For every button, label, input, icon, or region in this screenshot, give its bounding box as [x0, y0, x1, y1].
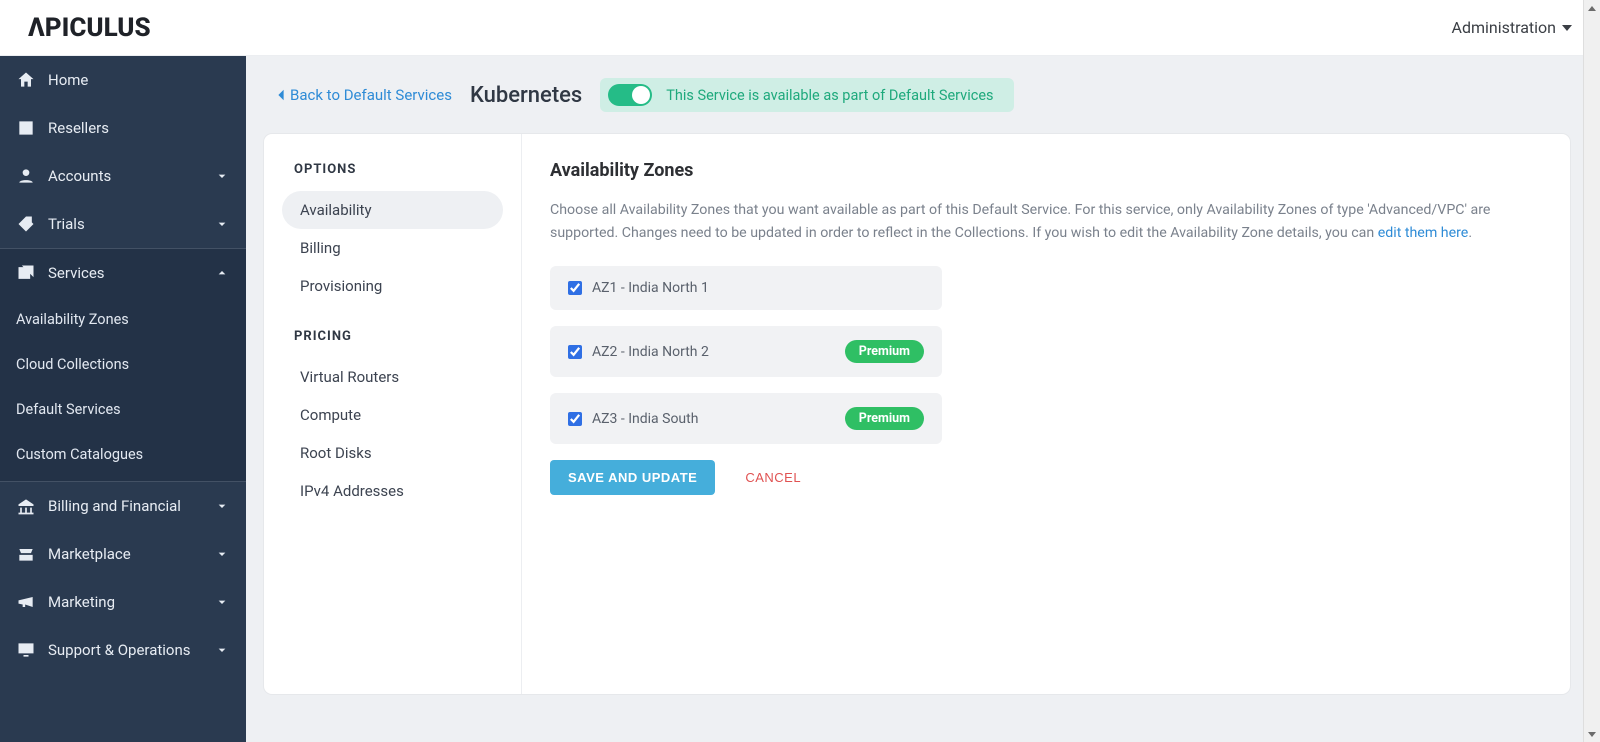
description-suffix: . [1468, 225, 1472, 241]
settings-card: OPTIONS Availability Billing Provisionin… [264, 134, 1570, 694]
side-link-billing[interactable]: Billing [282, 229, 503, 267]
service-availability-text: This Service is available as part of Def… [666, 87, 993, 104]
pricing-heading: PRICING [294, 329, 503, 344]
chevron-down-icon [214, 216, 230, 232]
home-icon [16, 70, 36, 90]
sidebar-services-children: Availability Zones Cloud Collections Def… [0, 297, 246, 481]
side-link-provisioning[interactable]: Provisioning [282, 267, 503, 305]
window-scrollbar[interactable] [1583, 0, 1600, 742]
form-actions: SAVE AND UPDATE CANCEL [550, 460, 1542, 495]
side-link-virtual-routers[interactable]: Virtual Routers [282, 358, 503, 396]
topbar: ΛPICULUS Administration [0, 0, 1600, 56]
sidebar-item-marketing[interactable]: Marketing [0, 578, 246, 626]
edit-them-here-link[interactable]: edit them here [1378, 225, 1469, 241]
side-link-ipv4-addresses[interactable]: IPv4 Addresses [282, 472, 503, 510]
brand-logo: ΛPICULUS [28, 13, 151, 43]
storefront-icon [16, 544, 36, 564]
sidebar-subitem-availability-zones[interactable]: Availability Zones [0, 297, 246, 342]
sidebar-item-home[interactable]: Home [0, 56, 246, 104]
sidebar-subitem-default-services[interactable]: Default Services [0, 387, 246, 432]
chevron-up-icon [214, 265, 230, 281]
sidebar-item-services[interactable]: Services [0, 249, 246, 297]
back-link-label: Back to Default Services [290, 86, 452, 104]
sidebar-item-resellers[interactable]: Resellers [0, 104, 246, 152]
service-availability-pill: This Service is available as part of Def… [600, 78, 1013, 112]
sidebar-item-label: Billing and Financial [48, 497, 181, 515]
scroll-up-icon[interactable] [1584, 0, 1600, 17]
az-row: AZ3 - India South Premium [550, 393, 942, 444]
caret-down-icon [1562, 25, 1572, 31]
tag-icon [16, 214, 36, 234]
sidebar-item-label: Home [48, 71, 88, 89]
page-title: Kubernetes [470, 83, 582, 108]
chevron-down-icon [214, 498, 230, 514]
toggle-knob [632, 86, 650, 104]
page-header: Back to Default Services Kubernetes This… [246, 56, 1600, 134]
az-name: AZ3 - India South [592, 411, 698, 427]
card-main: Availability Zones Choose all Availabili… [522, 134, 1570, 694]
administration-label: Administration [1452, 18, 1557, 37]
scroll-track[interactable] [1584, 17, 1600, 725]
side-link-compute[interactable]: Compute [282, 396, 503, 434]
az-name: AZ1 - India North 1 [592, 280, 709, 296]
premium-badge: Premium [845, 407, 924, 430]
sidebar-item-label: Marketplace [48, 545, 131, 563]
sidebar-item-support-operations[interactable]: Support & Operations [0, 626, 246, 674]
az-checkbox[interactable] [568, 281, 582, 295]
scroll-down-icon[interactable] [1584, 725, 1600, 742]
back-to-default-services-link[interactable]: Back to Default Services [276, 86, 452, 104]
az-row: AZ2 - India North 2 Premium [550, 326, 942, 377]
collections-icon [16, 263, 36, 283]
bank-icon [16, 496, 36, 516]
availability-zones-heading: Availability Zones [550, 160, 1542, 181]
sidebar-item-trials[interactable]: Trials [0, 200, 246, 248]
id-badge-icon [16, 118, 36, 138]
sidebar-item-label: Support & Operations [48, 641, 191, 659]
az-checkbox[interactable] [568, 345, 582, 359]
chevron-down-icon [214, 168, 230, 184]
options-heading: OPTIONS [294, 162, 503, 177]
description-text: Choose all Availability Zones that you w… [550, 202, 1490, 241]
sidebar-item-label: Custom Catalogues [16, 446, 143, 463]
chevron-down-icon [214, 594, 230, 610]
administration-dropdown[interactable]: Administration [1452, 18, 1573, 37]
premium-badge: Premium [845, 340, 924, 363]
side-link-availability[interactable]: Availability [282, 191, 503, 229]
availability-zones-description: Choose all Availability Zones that you w… [550, 199, 1542, 244]
az-checkbox[interactable] [568, 412, 582, 426]
sidebar-item-label: Cloud Collections [16, 356, 129, 373]
cancel-button[interactable]: CANCEL [745, 470, 801, 485]
sidebar-item-accounts[interactable]: Accounts [0, 152, 246, 200]
az-row: AZ1 - India North 1 [550, 266, 942, 310]
sidebar-subitem-cloud-collections[interactable]: Cloud Collections [0, 342, 246, 387]
main-content: Back to Default Services Kubernetes This… [246, 56, 1600, 742]
user-circle-icon [16, 166, 36, 186]
sidebar-item-label: Default Services [16, 401, 121, 418]
sidebar-item-label: Trials [48, 215, 85, 233]
chevron-down-icon [214, 642, 230, 658]
sidebar-subitem-custom-catalogues[interactable]: Custom Catalogues [0, 432, 246, 477]
availability-zones-list: AZ1 - India North 1 AZ2 - India North 2 … [550, 266, 942, 444]
sidebar-item-label: Availability Zones [16, 311, 129, 328]
chevron-left-icon [276, 88, 286, 102]
sidebar: Home Resellers Accounts Trials [0, 56, 246, 742]
sidebar-item-label: Resellers [48, 119, 109, 137]
sidebar-item-billing-financial[interactable]: Billing and Financial [0, 482, 246, 530]
sidebar-item-marketplace[interactable]: Marketplace [0, 530, 246, 578]
card-side-nav: OPTIONS Availability Billing Provisionin… [264, 134, 522, 694]
megaphone-icon [16, 592, 36, 612]
sidebar-item-label: Marketing [48, 593, 115, 611]
az-name: AZ2 - India North 2 [592, 344, 709, 360]
chevron-down-icon [214, 546, 230, 562]
sidebar-item-label: Services [48, 264, 105, 282]
save-and-update-button[interactable]: SAVE AND UPDATE [550, 460, 715, 495]
side-link-root-disks[interactable]: Root Disks [282, 434, 503, 472]
sidebar-item-label: Accounts [48, 167, 111, 185]
monitor-icon [16, 640, 36, 660]
service-enabled-toggle[interactable] [608, 84, 652, 106]
